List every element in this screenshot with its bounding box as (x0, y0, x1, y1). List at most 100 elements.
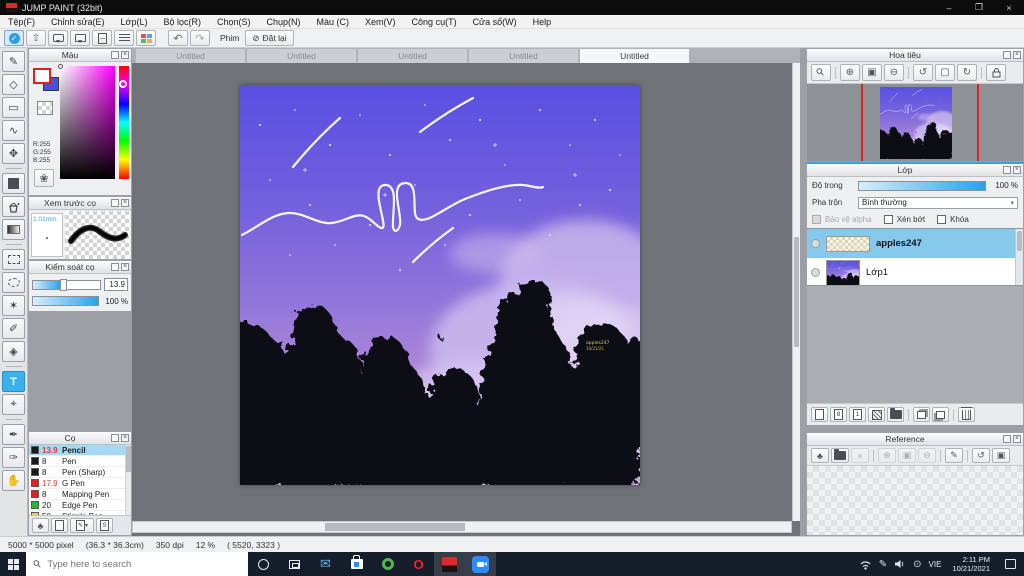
merge-layer-button[interactable] (932, 407, 949, 422)
ref-zoom-out-button[interactable]: ⊖ (918, 448, 936, 463)
menu-layer[interactable]: Lớp(L) (113, 17, 156, 27)
zoom-in-button[interactable]: ⊕ (840, 64, 860, 81)
popout-icon[interactable] (111, 51, 119, 59)
vertical-scrollbar-thumb[interactable] (794, 237, 799, 347)
close-button[interactable]: × (994, 0, 1024, 15)
rectangle-tool[interactable]: ▭ (2, 97, 25, 118)
delete-layer-button[interactable] (958, 406, 975, 422)
duplicate-layer-button[interactable] (913, 407, 930, 422)
select-eraser-tool[interactable]: ◈ (2, 341, 25, 362)
reset-button[interactable]: ⊘ Đặt lại (245, 30, 294, 46)
menu-tools[interactable]: Công cụ(T) (404, 17, 465, 27)
ref-rotate-button[interactable]: ↺ (972, 448, 990, 463)
popout-icon[interactable] (1003, 51, 1011, 59)
clear-reference-button[interactable]: × (851, 448, 869, 463)
rotate-left-button[interactable]: ↺ (913, 64, 933, 81)
zoom-reset-button[interactable]: ⚲ (811, 64, 831, 81)
magic-wand-tool[interactable]: ✶ (2, 295, 25, 316)
blend-mode-dropdown[interactable]: Bình thường ▾ (858, 196, 1018, 209)
close-icon[interactable]: × (121, 263, 129, 271)
bucket-tool[interactable] (2, 196, 25, 217)
message-button[interactable] (70, 30, 90, 46)
palette-button[interactable]: ❀ (34, 169, 54, 187)
maximize-button[interactable]: ❐ (964, 0, 994, 15)
vertical-scrollbar[interactable] (792, 63, 800, 521)
layer-row-apples247[interactable]: apples247 (807, 229, 1023, 258)
tab-untitled-4[interactable]: Untitled (468, 48, 579, 63)
popout-icon[interactable] (111, 263, 119, 271)
menu-view[interactable]: Xem(V) (357, 17, 404, 27)
tab-untitled-3[interactable]: Untitled (357, 48, 468, 63)
taskbar-jump-paint[interactable] (434, 552, 465, 576)
open-folder-button[interactable] (831, 448, 849, 463)
rotate-right-button[interactable]: ↻ (957, 64, 977, 81)
comment-button[interactable] (48, 30, 68, 46)
halftone-layer-button[interactable] (868, 407, 885, 422)
wifi-icon[interactable] (859, 559, 872, 570)
popout-icon[interactable] (111, 199, 119, 207)
pen-tray-icon[interactable]: ✎ (879, 559, 887, 570)
taskbar-cortana[interactable] (248, 552, 279, 576)
menu-edit[interactable]: Chỉnh sửa(E) (43, 17, 113, 27)
horizontal-scrollbar-thumb[interactable] (325, 523, 465, 531)
popout-icon[interactable] (111, 434, 119, 442)
menu-file[interactable]: Tệp(F) (0, 17, 43, 27)
ref-zoom-in-button[interactable]: ⊕ (878, 448, 896, 463)
taskbar-store[interactable] (341, 552, 372, 576)
horizontal-scrollbar[interactable] (132, 521, 792, 533)
hand-tool[interactable]: ✋ (2, 470, 25, 491)
layer-opacity-slider[interactable] (858, 180, 986, 191)
reset-rotation-button[interactable]: ▢ (935, 64, 955, 81)
gallery-button[interactable] (136, 30, 156, 46)
tab-untitled-1[interactable]: Untitled (135, 48, 246, 63)
close-icon[interactable]: × (121, 51, 129, 59)
menu-filter[interactable]: Bộ lọc(R) (155, 17, 209, 27)
new-folder-button[interactable] (887, 407, 904, 422)
taskbar-clock[interactable]: 2:11 PM 10/21/2021 (948, 555, 994, 573)
menu-color[interactable]: Màu (C) (309, 17, 358, 27)
action-center-icon[interactable] (1005, 559, 1016, 569)
curve-tool[interactable]: ∿ (2, 120, 25, 141)
shape-fill-tool[interactable] (2, 173, 25, 194)
brush-list-scrollbar[interactable] (125, 445, 131, 515)
pen-tool[interactable]: ✑ (2, 447, 25, 468)
move-tool[interactable]: ✥ (2, 143, 25, 164)
list-button[interactable] (114, 30, 134, 46)
lasso-tool[interactable] (2, 272, 25, 293)
visibility-toggle-icon[interactable] (811, 268, 820, 277)
brush-tool[interactable]: ✎ (2, 51, 25, 72)
ref-crop-button[interactable]: ▣ (992, 448, 1010, 463)
clipping-checkbox[interactable] (883, 215, 893, 224)
brush-size-value[interactable]: 13.9 (104, 278, 128, 291)
close-icon[interactable]: × (121, 199, 129, 207)
eyedropper-tool[interactable]: ✒ (2, 424, 25, 445)
reference-preview-area[interactable] (807, 466, 1023, 535)
brush-row[interactable]: 17.9 G Pen (29, 478, 131, 489)
menu-help[interactable]: Help (525, 17, 560, 27)
brush-opacity-slider[interactable] (32, 296, 99, 306)
alpha-protect-checkbox[interactable] (812, 215, 821, 224)
fit-window-button[interactable]: ▣ (862, 64, 882, 81)
script-brush-button[interactable]: S (96, 518, 113, 533)
brush-row[interactable]: 13.9 Pencil (29, 445, 131, 456)
eraser-tool[interactable]: ◇ (2, 74, 25, 95)
close-icon[interactable]: × (1013, 51, 1021, 59)
layer-row-lop1[interactable]: Lớp1 (807, 258, 1023, 287)
new-layer-button[interactable] (811, 407, 828, 422)
brush-size-slider[interactable] (32, 278, 101, 291)
publish-button[interactable]: ⇧ (26, 30, 46, 46)
brush-row[interactable]: 50Stipple Pen (29, 511, 131, 515)
load-reference-button[interactable]: ♣ (811, 448, 829, 463)
brush-cloud-button[interactable]: ♣ (32, 518, 49, 533)
navigator-thumbnail[interactable] (880, 87, 952, 159)
select-pen-tool[interactable]: ✐ (2, 318, 25, 339)
canvas-document[interactable] (240, 85, 640, 485)
sync-button[interactable]: ✓ (4, 30, 24, 46)
tab-untitled-2[interactable]: Untitled (246, 48, 357, 63)
brush-row[interactable]: 20 Edge Pen (29, 500, 131, 511)
taskbar-opera[interactable]: O (403, 552, 434, 576)
undo-button[interactable]: ↶ (168, 30, 188, 46)
taskbar-task-view[interactable] (279, 552, 310, 576)
transparent-swatch[interactable] (37, 101, 53, 115)
device-tray-icon[interactable]: ⊙ (913, 559, 921, 570)
